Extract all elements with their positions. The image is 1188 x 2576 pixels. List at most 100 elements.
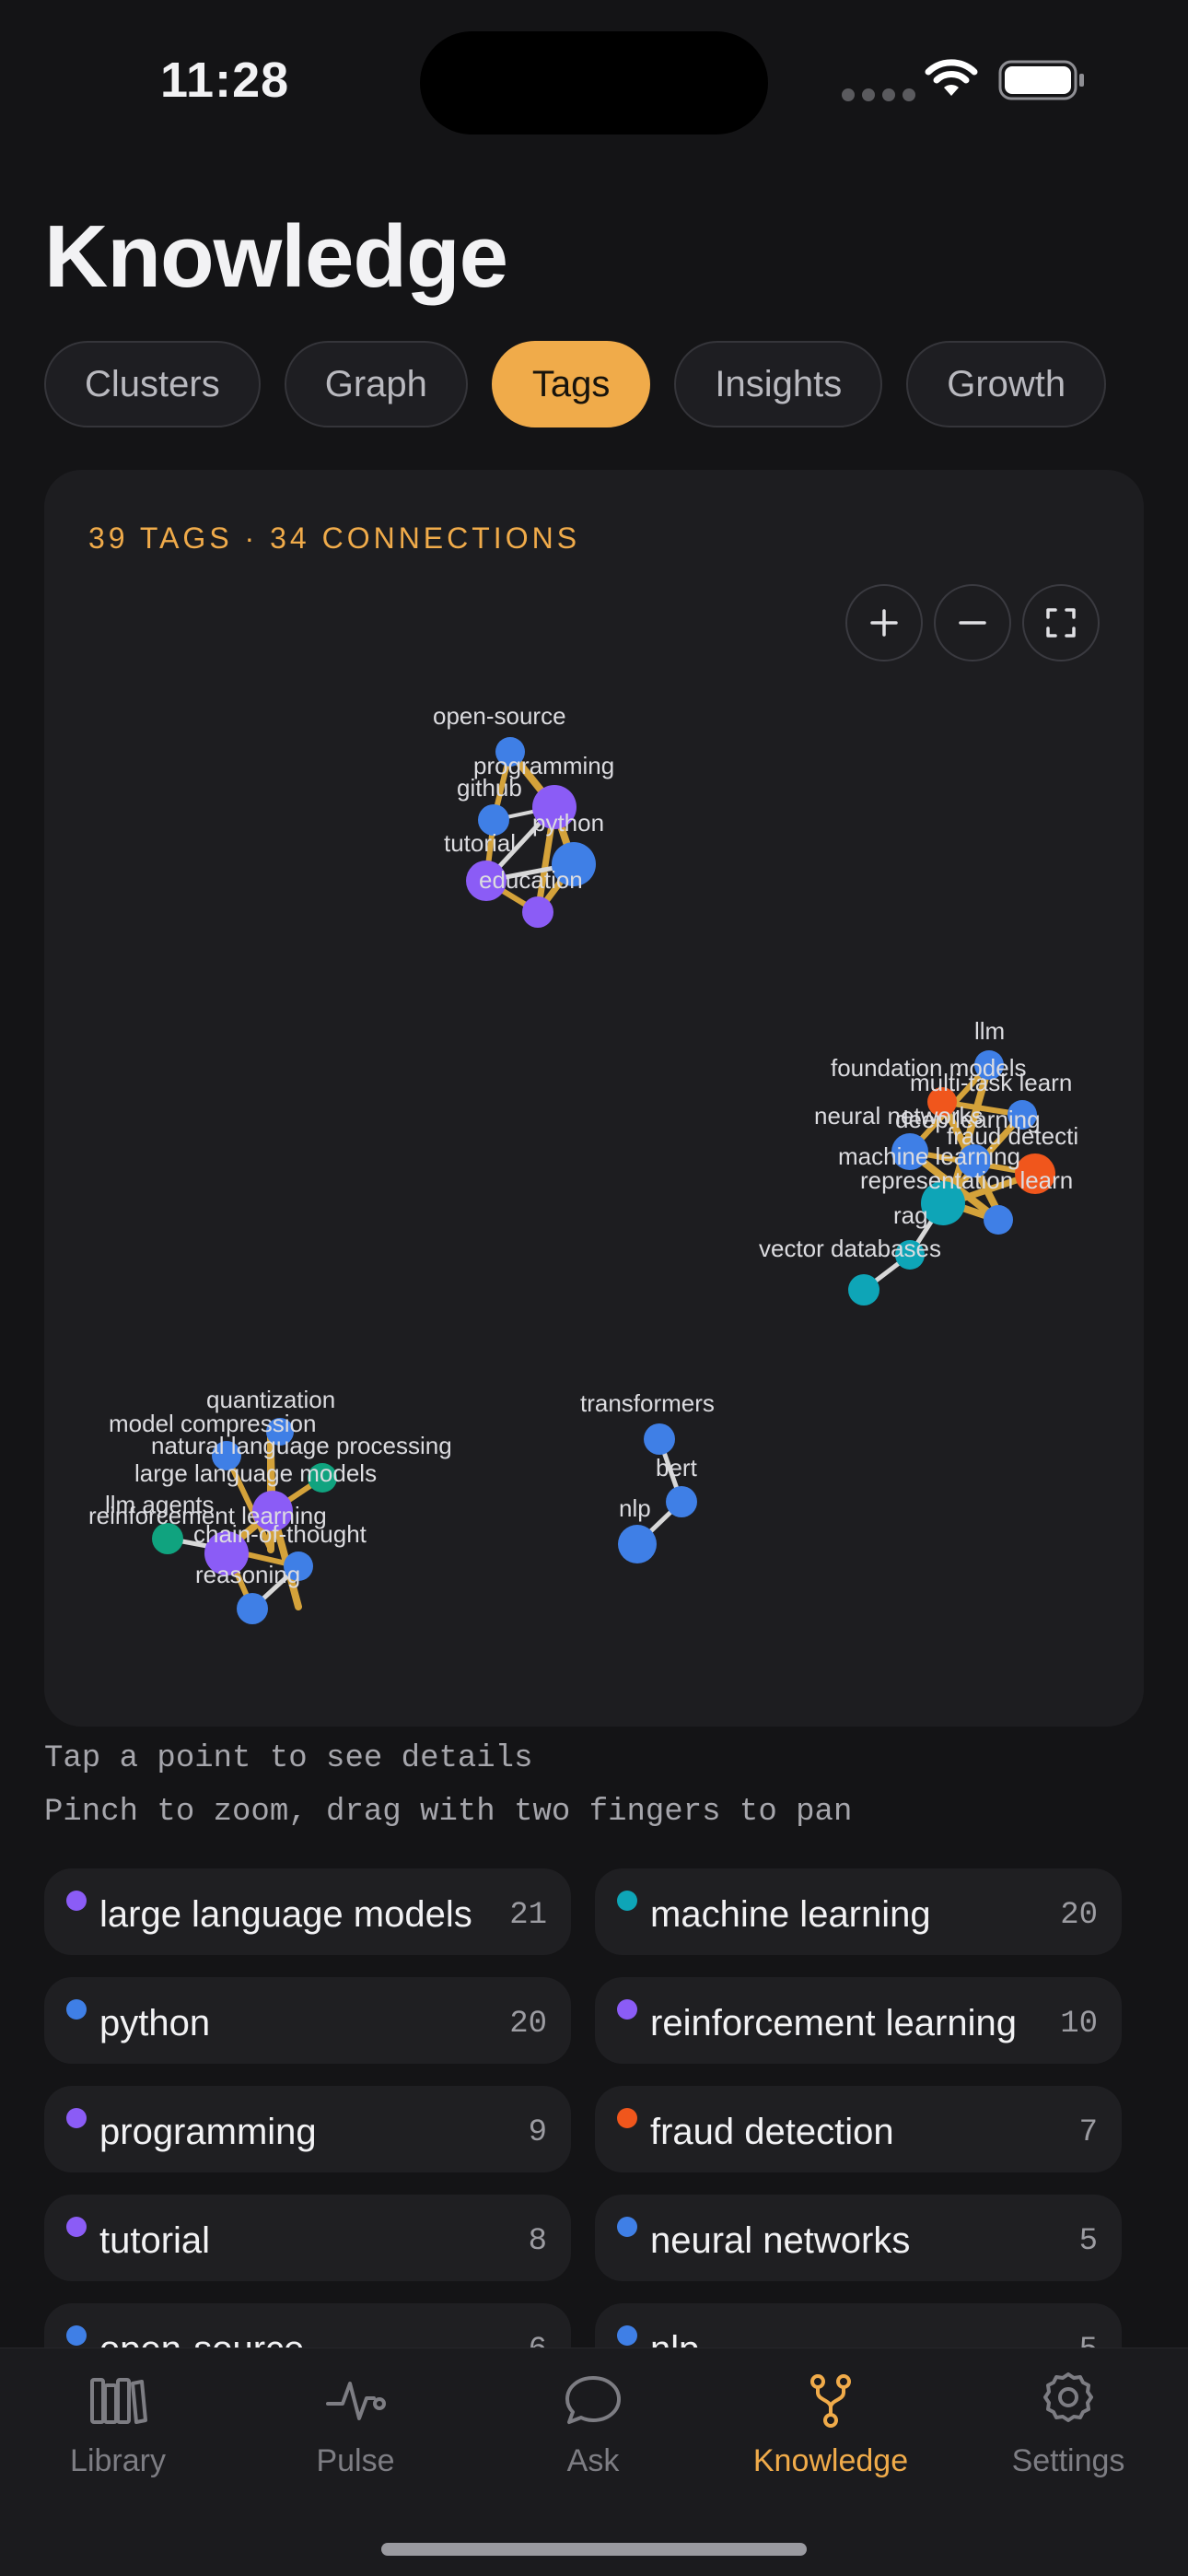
tag-color-dot <box>66 2325 87 2346</box>
fit-screen-button[interactable] <box>1022 584 1100 662</box>
node-vector-databases[interactable] <box>848 1274 879 1306</box>
tag-color-dot <box>617 1999 637 2020</box>
tag-count: 5 <box>1079 2333 1098 2348</box>
label-open-source: open-source <box>433 702 566 730</box>
tag-color-dot <box>617 2217 637 2237</box>
tag-list: large language models 21 machine learning… <box>44 1868 1144 2348</box>
tag-item[interactable]: programming 9 <box>44 2086 571 2172</box>
zoom-out-button[interactable] <box>934 584 1011 662</box>
label-python: python <box>532 809 604 837</box>
tab-growth[interactable]: Growth <box>906 341 1107 427</box>
label-large-language-models: large language models <box>134 1459 377 1487</box>
home-indicator <box>381 2543 807 2556</box>
label-representation-learning: representation learn <box>860 1166 1073 1194</box>
tag-item[interactable]: open-source 6 <box>44 2303 571 2348</box>
branch-icon <box>810 2374 851 2428</box>
pulse-icon <box>326 2382 386 2420</box>
plus-icon <box>870 609 898 637</box>
label-rag: rag <box>893 1201 928 1229</box>
label-tutorial: tutorial <box>444 829 516 857</box>
battery-icon <box>998 60 1084 100</box>
tag-item[interactable]: tutorial 8 <box>44 2195 571 2281</box>
label-transformers: transformers <box>580 1389 715 1417</box>
tag-name: machine learning <box>650 1894 931 1935</box>
nav-settings[interactable]: Settings <box>958 2371 1179 2479</box>
tag-name: python <box>99 2003 211 2043</box>
view-tabs: Clusters Graph Tags Insights Growth <box>44 341 1107 427</box>
tag-item[interactable]: machine learning 20 <box>595 1868 1122 1955</box>
nav-label: Ask <box>566 2443 620 2478</box>
tag-count: 10 <box>1060 2007 1098 2042</box>
expand-icon <box>1046 608 1076 638</box>
nav-library[interactable]: Library <box>7 2371 228 2479</box>
label-chain-of-thought: chain-of-thought <box>193 1520 367 1548</box>
hint-tap: Tap a point to see details <box>44 1741 533 1776</box>
tab-insights[interactable]: Insights <box>674 341 883 427</box>
tag-count: 7 <box>1078 2115 1098 2150</box>
tag-count: 20 <box>1060 1898 1098 1933</box>
tag-count: 8 <box>528 2224 547 2259</box>
tag-color-dot <box>617 1891 637 1911</box>
nav-knowledge[interactable]: Knowledge <box>720 2371 941 2479</box>
tag-item[interactable]: neural networks 5 <box>595 2195 1122 2281</box>
tag-count: 20 <box>509 2007 547 2042</box>
node-representation-learning[interactable] <box>984 1205 1013 1235</box>
tag-item[interactable]: fraud detection 7 <box>595 2086 1122 2172</box>
tab-tags[interactable]: Tags <box>491 341 651 427</box>
node-bert[interactable] <box>666 1486 697 1517</box>
chat-bubble-icon <box>565 2376 621 2424</box>
node-reasoning[interactable] <box>237 1593 268 1624</box>
gear-icon <box>1043 2372 1093 2422</box>
nav-label: Pulse <box>316 2443 395 2478</box>
tag-item[interactable]: reinforcement learning 10 <box>595 1977 1122 2064</box>
node-education[interactable] <box>522 896 553 928</box>
tag-count: 9 <box>528 2115 547 2150</box>
nav-pulse[interactable]: Pulse <box>245 2371 466 2479</box>
page-title: Knowledge <box>44 207 508 306</box>
minus-icon <box>959 621 986 625</box>
status-time: 11:28 <box>160 53 290 108</box>
label-vector-databases: vector databases <box>759 1235 941 1262</box>
tag-color-dot <box>66 1891 87 1911</box>
label-reasoning: reasoning <box>195 1561 300 1588</box>
label-bert: bert <box>656 1454 698 1481</box>
tag-name: large language models <box>99 1894 472 1935</box>
label-multi-task-learning: multi-task learn <box>910 1069 1072 1096</box>
tag-count: 21 <box>509 1898 547 1933</box>
dynamic-island <box>420 31 768 135</box>
nav-label: Library <box>70 2443 166 2478</box>
tag-color-dot <box>617 2325 637 2346</box>
tag-color-dot <box>66 2217 87 2237</box>
tag-item[interactable]: nlp 5 <box>595 2303 1122 2348</box>
tag-color-dot <box>66 2108 87 2128</box>
tag-name: tutorial <box>99 2220 211 2261</box>
wifi-icon <box>925 59 978 96</box>
tag-name: open-source <box>99 2329 304 2348</box>
tag-item[interactable]: python 20 <box>44 1977 571 2064</box>
tag-name: nlp <box>650 2329 699 2348</box>
tag-item[interactable]: large language models 21 <box>44 1868 571 1955</box>
tab-graph[interactable]: Graph <box>284 341 468 427</box>
library-icon <box>90 2378 147 2424</box>
tag-name: reinforcement learning <box>650 2003 1017 2043</box>
node-transformers[interactable] <box>644 1423 675 1455</box>
tag-name: fraud detection <box>650 2112 894 2152</box>
nav-label: Knowledge <box>752 2443 909 2478</box>
nav-ask[interactable]: Ask <box>483 2371 704 2479</box>
node-nlp[interactable] <box>618 1525 657 1563</box>
tag-count: 5 <box>1078 2224 1098 2259</box>
tag-color-dot <box>66 1999 87 2020</box>
tag-name: programming <box>99 2112 317 2152</box>
signal-icon <box>842 88 915 101</box>
bottom-tab-bar: Library Pulse Ask Knowledge Settings <box>0 2348 1188 2576</box>
tag-name: neural networks <box>650 2220 911 2261</box>
label-education: education <box>479 866 583 894</box>
tab-clusters[interactable]: Clusters <box>44 341 261 427</box>
zoom-in-button[interactable] <box>845 584 923 662</box>
nav-label: Settings <box>1011 2443 1125 2478</box>
label-llm: llm <box>974 1017 1005 1045</box>
label-nlp: nlp <box>619 1494 651 1522</box>
tag-color-dot <box>617 2108 637 2128</box>
label-natural-language-processing: natural language processing <box>151 1432 452 1459</box>
hint-pinch: Pinch to zoom, drag with two fingers to … <box>44 1795 853 1830</box>
